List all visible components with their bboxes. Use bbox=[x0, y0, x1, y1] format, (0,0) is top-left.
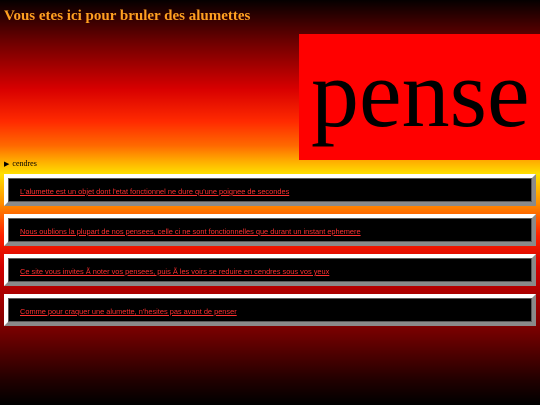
card-link-noter-pensees[interactable]: Ce site vous invites Ã noter vos pensees… bbox=[20, 267, 329, 276]
card-craquer-alumette: Comme pour craquer une alumette, n'hesit… bbox=[4, 294, 536, 326]
card-link-pensees-ephemeres[interactable]: Nous oublions la plupart de nos pensees,… bbox=[20, 227, 361, 236]
cendres-label: cendres bbox=[12, 159, 37, 168]
card-alumette-etat: L'alumette est un objet dont l'etat fonc… bbox=[4, 174, 536, 206]
card-link-craquer-alumette[interactable]: Comme pour craquer une alumette, n'hesit… bbox=[20, 307, 237, 316]
card-noter-pensees: Ce site vous invites Ã noter vos pensees… bbox=[4, 254, 536, 286]
page-title: Vous etes ici pour bruler des alumettes bbox=[4, 8, 251, 24]
pense-banner: pense bbox=[299, 34, 540, 160]
banner-text: pense bbox=[311, 40, 530, 147]
cendres-disclosure[interactable]: ▶ cendres bbox=[4, 159, 37, 168]
card-pensees-ephemeres: Nous oublions la plupart de nos pensees,… bbox=[4, 214, 536, 246]
disclosure-triangle-icon: ▶ bbox=[4, 160, 10, 168]
card-link-alumette-etat[interactable]: L'alumette est un objet dont l'etat fonc… bbox=[20, 187, 289, 196]
